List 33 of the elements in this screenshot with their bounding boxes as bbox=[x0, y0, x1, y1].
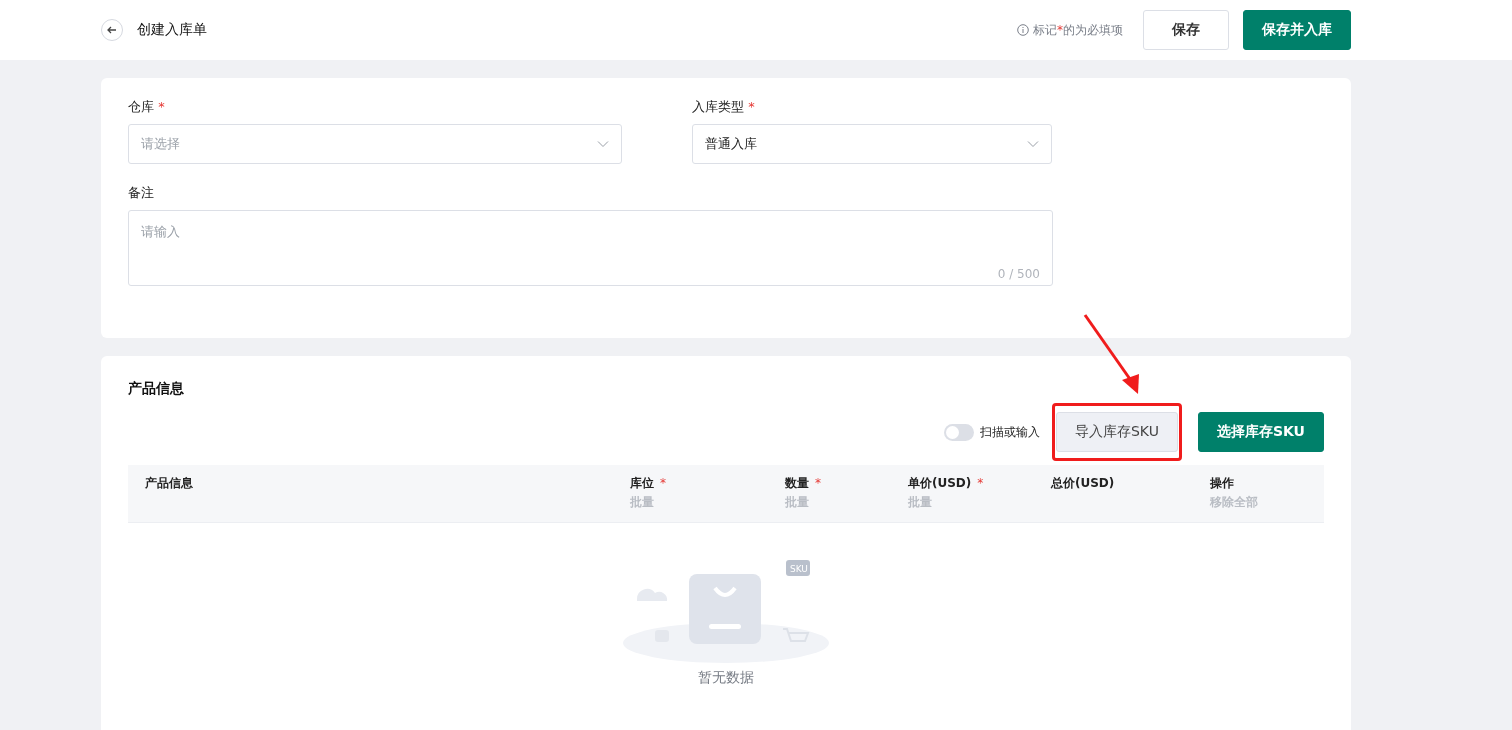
info-icon bbox=[1017, 24, 1029, 36]
empty-text: 暂无数据 bbox=[698, 669, 754, 687]
save-button[interactable]: 保存 bbox=[1143, 10, 1229, 50]
required-hint: 标记*的为必填项 bbox=[1033, 21, 1123, 39]
back-button[interactable] bbox=[101, 19, 123, 41]
select-field[interactable]: 请选择 bbox=[128, 124, 622, 164]
column-header: 产品信息 bbox=[145, 475, 194, 492]
column-header: 操作 bbox=[1210, 475, 1235, 492]
toggle-label: 扫描或输入 bbox=[980, 423, 1040, 441]
column-header: 总价(USD) bbox=[1051, 475, 1116, 492]
chevron-down-icon bbox=[1027, 140, 1039, 148]
chevron-down-icon bbox=[597, 140, 609, 148]
remove-all-link[interactable]: 移除全部 bbox=[1210, 494, 1324, 511]
batch-link[interactable]: 批量 bbox=[785, 494, 908, 511]
select-sku-button[interactable]: 选择库存SKU bbox=[1197, 412, 1324, 452]
column-header: 单价(USD) * bbox=[908, 475, 985, 492]
import-sku-button[interactable]: 导入库存SKU bbox=[1056, 412, 1178, 452]
field-label: 备注 bbox=[128, 184, 155, 202]
toggle-switch[interactable] bbox=[944, 423, 974, 441]
batch-link[interactable]: 批量 bbox=[908, 494, 1051, 511]
sku-badge-text: SKU bbox=[790, 564, 808, 574]
column-header: 数量 * bbox=[785, 475, 822, 492]
section-title: 产品信息 bbox=[128, 380, 185, 398]
column-header: 库位 * bbox=[630, 475, 667, 492]
page-title: 创建入库单 bbox=[137, 21, 208, 39]
save-and-stock-button[interactable]: 保存并入库 bbox=[1243, 10, 1351, 50]
char-counter: 0 / 500 bbox=[997, 267, 1040, 281]
back-arrow-icon bbox=[106, 24, 118, 36]
field-label: 入库类型 * bbox=[692, 98, 756, 116]
select-field[interactable]: 普通入库 bbox=[692, 124, 1052, 164]
field-label: 仓库 * bbox=[128, 98, 166, 116]
batch-link[interactable]: 批量 bbox=[630, 494, 785, 511]
remark-field[interactable]: 请输入 0 / 500 bbox=[128, 210, 1053, 286]
